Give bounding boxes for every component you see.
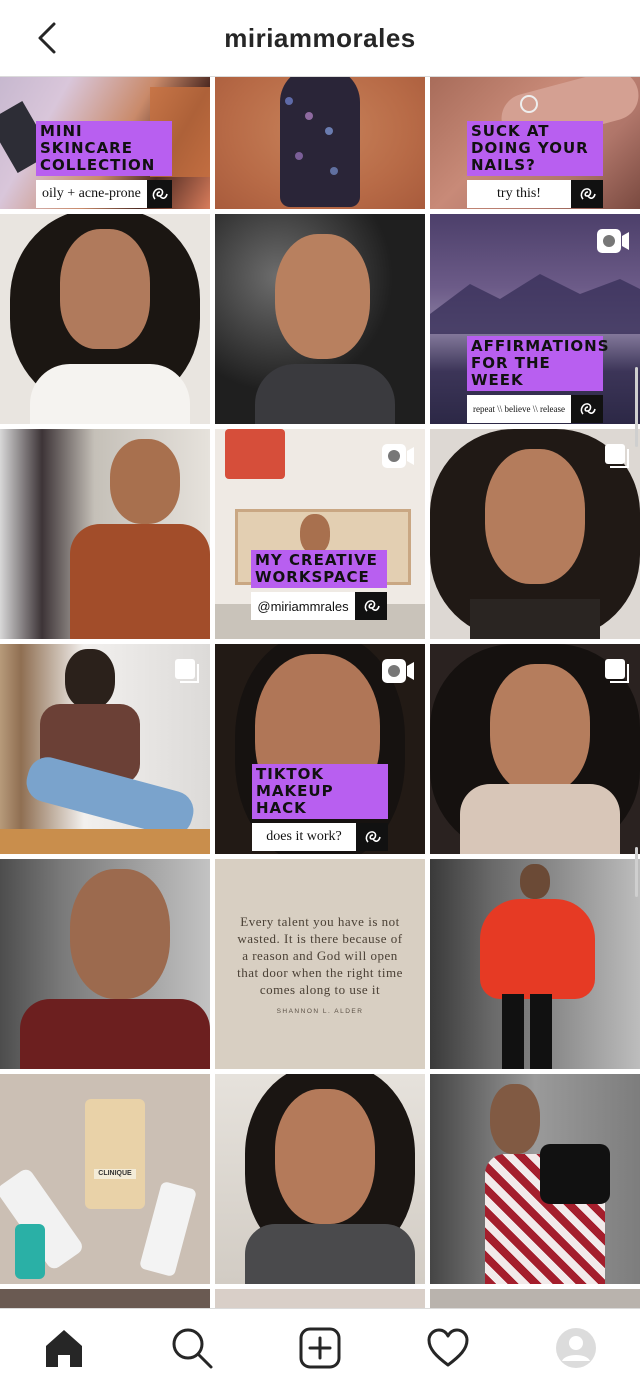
quote-card: Every talent you have is not wasted. It … (215, 859, 425, 1069)
tab-activity[interactable] (416, 1316, 480, 1380)
post-tile[interactable] (215, 1074, 425, 1284)
post-headline: TIKTOK MAKEUP HACK (252, 764, 388, 819)
post-headline: AFFIRMATIONS FOR THE WEEK (467, 336, 609, 391)
post-tile[interactable] (430, 1074, 640, 1284)
signature-logo (355, 592, 387, 620)
post-tile[interactable]: Every talent you have is not wasted. It … (215, 859, 425, 1069)
post-tile[interactable]: CLINIQUE (0, 1074, 210, 1284)
post-tile[interactable] (430, 859, 640, 1069)
carousel-icon (605, 444, 629, 468)
profile-header: miriammorales (0, 0, 640, 77)
post-headline: SUCK AT DOING YOUR NAILS? (467, 121, 603, 176)
signature-logo (571, 180, 603, 208)
carousel-icon (605, 659, 629, 683)
post-tile[interactable] (0, 214, 210, 424)
post-tile[interactable] (430, 1289, 640, 1309)
bottom-tab-bar (0, 1308, 640, 1386)
post-tile[interactable]: SUCK AT DOING YOUR NAILS? try this! (430, 77, 640, 209)
home-icon (46, 1329, 82, 1367)
post-tile[interactable]: AFFIRMATIONS FOR THE WEEK repeat \\ beli… (430, 214, 640, 424)
post-tile[interactable] (215, 214, 425, 424)
post-tile[interactable] (0, 644, 210, 854)
post-headline: MY CREATIVE WORKSPACE (251, 550, 387, 588)
posts-grid: MINI SKINCARE COLLECTION oily + acne-pro… (0, 77, 640, 1309)
chevron-left-icon[interactable] (34, 20, 64, 56)
tab-search[interactable] (160, 1316, 224, 1380)
post-tile[interactable]: MY CREATIVE WORKSPACE @miriammrales (215, 429, 425, 639)
reels-icon (382, 444, 414, 468)
post-tile[interactable] (430, 429, 640, 639)
profile-username[interactable]: miriammorales (224, 23, 415, 54)
signature-logo (571, 395, 603, 423)
search-icon (172, 1328, 213, 1368)
post-tile[interactable] (0, 429, 210, 639)
post-tile[interactable]: MINI SKINCARE COLLECTION oily + acne-pro… (0, 77, 210, 209)
post-tile[interactable] (215, 1289, 425, 1309)
new-post-icon (299, 1327, 341, 1368)
post-headline: MINI SKINCARE COLLECTION (36, 121, 172, 176)
post-tile[interactable] (215, 77, 425, 209)
scrollbar[interactable] (635, 367, 638, 447)
tab-new-post[interactable] (288, 1316, 352, 1380)
carousel-icon (175, 659, 199, 683)
scrollbar[interactable] (635, 847, 638, 897)
reels-icon (382, 659, 414, 683)
tab-home[interactable] (32, 1316, 96, 1380)
signature-logo (146, 180, 172, 208)
activity-heart-icon (427, 1328, 469, 1366)
post-tile[interactable]: TIKTOK MAKEUP HACK does it work? (215, 644, 425, 854)
post-caption: repeat \\ believe \\ release (473, 404, 565, 414)
post-caption: oily + acne-prone (42, 186, 141, 201)
signature-logo (356, 823, 388, 851)
reels-icon (597, 229, 629, 253)
product-brand: CLINIQUE (94, 1169, 136, 1179)
quote-author: SHANNON L. ALDER (276, 1008, 364, 1015)
post-tile[interactable] (430, 644, 640, 854)
tab-profile[interactable] (544, 1316, 608, 1380)
post-caption: try this! (497, 186, 541, 201)
post-tile[interactable] (0, 859, 210, 1069)
quote-text: Every talent you have is not wasted. It … (237, 914, 403, 997)
post-tile[interactable] (0, 1289, 210, 1309)
profile-avatar (556, 1327, 596, 1368)
post-caption: does it work? (266, 829, 342, 844)
post-caption: @miriammrales (257, 598, 349, 614)
